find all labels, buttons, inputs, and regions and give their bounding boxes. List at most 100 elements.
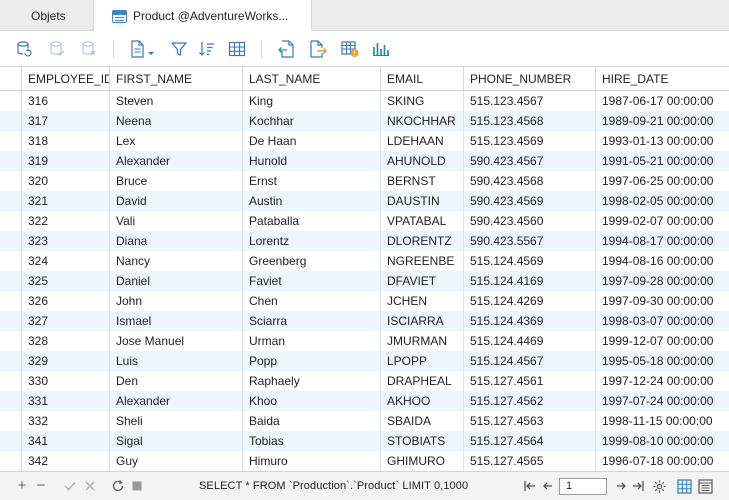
row-header[interactable] (0, 391, 22, 411)
tab-product[interactable]: Product @AdventureWorks... (93, 0, 312, 32)
cell-first-name[interactable]: Alexander (110, 151, 243, 171)
cell-hire-date[interactable]: 1996-07-18 00:00:00 (596, 451, 729, 471)
cell-phone-number[interactable]: 515.123.4569 (464, 131, 596, 151)
row-header[interactable] (0, 251, 22, 271)
cell-hire-date[interactable]: 1998-02-05 00:00:00 (596, 191, 729, 211)
cell-hire-date[interactable]: 1994-08-17 00:00:00 (596, 231, 729, 251)
cell-phone-number[interactable]: 515.127.4561 (464, 371, 596, 391)
cell-first-name[interactable]: Den (110, 371, 243, 391)
cell-employee-id[interactable]: 328 (22, 331, 110, 351)
table-row[interactable]: 332 Sheli Baida SBAIDA 515.127.4563 1998-11-1… (0, 411, 729, 431)
db-save-icon[interactable] (47, 39, 67, 59)
cell-last-name[interactable]: Chen (243, 291, 381, 311)
cell-first-name[interactable]: Vali (110, 211, 243, 231)
cell-phone-number[interactable]: 515.124.4569 (464, 251, 596, 271)
sort-icon[interactable] (197, 39, 217, 59)
cell-email[interactable]: NGREENBE (381, 251, 464, 271)
cell-first-name[interactable]: Lex (110, 131, 243, 151)
table-row[interactable]: 324 Nancy Greenberg NGREENBE 515.124.4569 199… (0, 251, 729, 271)
cell-employee-id[interactable]: 341 (22, 431, 110, 451)
cell-employee-id[interactable]: 323 (22, 231, 110, 251)
cell-hire-date[interactable]: 1995-05-18 00:00:00 (596, 351, 729, 371)
cell-phone-number[interactable]: 590.423.4568 (464, 171, 596, 191)
cell-last-name[interactable]: De Haan (243, 131, 381, 151)
cell-phone-number[interactable]: 515.127.4562 (464, 391, 596, 411)
row-header[interactable] (0, 351, 22, 371)
cell-last-name[interactable]: Popp (243, 351, 381, 371)
cell-hire-date[interactable]: 1997-07-24 00:00:00 (596, 391, 729, 411)
cell-first-name[interactable]: Sheli (110, 411, 243, 431)
table-row[interactable]: 342 Guy Himuro GHIMURO 515.127.4565 1996-07-1… (0, 451, 729, 471)
cell-phone-number[interactable]: 515.124.4269 (464, 291, 596, 311)
cell-first-name[interactable]: David (110, 191, 243, 211)
cell-phone-number[interactable]: 590.423.4567 (464, 151, 596, 171)
cell-first-name[interactable]: Sigal (110, 431, 243, 451)
cell-first-name[interactable]: Ismael (110, 311, 243, 331)
table-info-icon[interactable] (340, 39, 360, 59)
next-page-icon[interactable] (613, 478, 629, 494)
cell-hire-date[interactable]: 1987-06-17 00:00:00 (596, 91, 729, 111)
cell-last-name[interactable]: Kochhar (243, 111, 381, 131)
column-header-first-name[interactable]: FIRST_NAME (110, 67, 243, 91)
cell-email[interactable]: SBAIDA (381, 411, 464, 431)
cell-email[interactable]: DRAPHEAL (381, 371, 464, 391)
document-export-icon[interactable] (128, 39, 158, 59)
cell-last-name[interactable]: Urman (243, 331, 381, 351)
cell-first-name[interactable]: Nancy (110, 251, 243, 271)
row-header[interactable] (0, 211, 22, 231)
table-row[interactable]: 325 Daniel Faviet DFAVIET 515.124.4169 1997-0… (0, 271, 729, 291)
cell-hire-date[interactable]: 1998-03-07 00:00:00 (596, 311, 729, 331)
cell-last-name[interactable]: Raphaely (243, 371, 381, 391)
apply-changes-icon[interactable] (62, 478, 78, 494)
table-row[interactable]: 317 Neena Kochhar NKOCHHAR 515.123.4568 1989-… (0, 111, 729, 131)
cell-hire-date[interactable]: 1997-09-30 00:00:00 (596, 291, 729, 311)
row-header[interactable] (0, 291, 22, 311)
tab-objets[interactable]: Objets (0, 0, 93, 31)
cell-last-name[interactable]: Lorentz (243, 231, 381, 251)
row-header[interactable] (0, 451, 22, 471)
form-view-icon[interactable] (697, 478, 713, 494)
cell-last-name[interactable]: Greenberg (243, 251, 381, 271)
refresh-icon[interactable] (110, 478, 126, 494)
cell-email[interactable]: VPATABAL (381, 211, 464, 231)
cell-phone-number[interactable]: 590.423.5567 (464, 231, 596, 251)
cell-last-name[interactable]: Pataballa (243, 211, 381, 231)
chart-icon[interactable] (371, 39, 391, 59)
column-header-employee-id[interactable]: EMPLOYEE_ID (22, 67, 110, 91)
cell-phone-number[interactable]: 515.123.4567 (464, 91, 596, 111)
table-row[interactable]: 330 Den Raphaely DRAPHEAL 515.127.4561 1997-1… (0, 371, 729, 391)
table-row[interactable]: 323 Diana Lorentz DLORENTZ 590.423.5567 1994-… (0, 231, 729, 251)
cell-first-name[interactable]: Jose Manuel (110, 331, 243, 351)
db-discard-icon[interactable] (79, 39, 99, 59)
table-row[interactable]: 326 John Chen JCHEN 515.124.4269 1997-09-30 0… (0, 291, 729, 311)
row-header[interactable] (0, 151, 22, 171)
row-header[interactable] (0, 431, 22, 451)
cell-hire-date[interactable]: 1999-08-10 00:00:00 (596, 431, 729, 451)
cell-first-name[interactable]: Steven (110, 91, 243, 111)
cell-email[interactable]: JCHEN (381, 291, 464, 311)
cell-employee-id[interactable]: 321 (22, 191, 110, 211)
table-row[interactable]: 341 Sigal Tobias STOBIATS 515.127.4564 1999-0… (0, 431, 729, 451)
cell-email[interactable]: NKOCHHAR (381, 111, 464, 131)
row-header[interactable] (0, 191, 22, 211)
cell-phone-number[interactable]: 590.423.4560 (464, 211, 596, 231)
cell-email[interactable]: STOBIATS (381, 431, 464, 451)
cell-first-name[interactable]: Luis (110, 351, 243, 371)
cell-phone-number[interactable]: 515.127.4565 (464, 451, 596, 471)
row-header[interactable] (0, 111, 22, 131)
grid-view-icon[interactable] (676, 478, 692, 494)
cell-hire-date[interactable]: 1999-12-07 00:00:00 (596, 331, 729, 351)
cell-last-name[interactable]: King (243, 91, 381, 111)
cell-email[interactable]: BERNST (381, 171, 464, 191)
cell-last-name[interactable]: Austin (243, 191, 381, 211)
export-icon[interactable] (308, 39, 328, 59)
table-row[interactable]: 318 Lex De Haan LDEHAAN 515.123.4569 1993-01-… (0, 131, 729, 151)
cell-employee-id[interactable]: 325 (22, 271, 110, 291)
row-header[interactable] (0, 311, 22, 331)
row-header[interactable] (0, 271, 22, 291)
discard-changes-icon[interactable] (82, 478, 98, 494)
cell-email[interactable]: LDEHAAN (381, 131, 464, 151)
cell-email[interactable]: ISCIARRA (381, 311, 464, 331)
cell-email[interactable]: DLORENTZ (381, 231, 464, 251)
cell-employee-id[interactable]: 319 (22, 151, 110, 171)
